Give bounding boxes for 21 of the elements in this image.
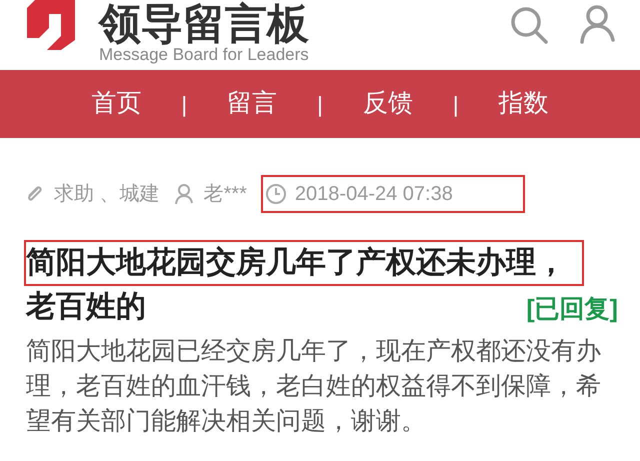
clock-icon (264, 183, 287, 205)
nav-separator: | (452, 90, 459, 119)
author-text: 老*** (204, 182, 247, 207)
user-icon[interactable] (579, 4, 615, 44)
nav-link[interactable]: 首页 (91, 85, 142, 123)
search-icon[interactable] (509, 5, 549, 45)
user-icon (174, 183, 194, 205)
nav-separator: | (181, 90, 188, 119)
post-body: 简阳大地花园已经交房几年了，现在产权都还没有办理，老百姓的血汗钱，老白姓的权益得不到保障，希望有关部门能解决相关问题，谢谢。 (26, 336, 602, 437)
nav-separator: | (317, 90, 323, 119)
logo-icon (25, 0, 77, 50)
reply-status: [已回复] (526, 294, 618, 324)
nav-link[interactable]: 反馈 (362, 85, 413, 123)
post-time: 2018-04-24 07:38 (294, 182, 453, 207)
category-text: 求助 、城建 (54, 182, 160, 207)
site-subtitle: Message Board for Leaders (99, 46, 309, 64)
nav-link[interactable]: 指数 (498, 85, 549, 123)
nav-link[interactable]: 留言 (227, 85, 278, 123)
post-title: 老百姓的 (26, 289, 146, 325)
site-title: 领导留言板 (99, 0, 309, 48)
post-title: 简阳大地花园交房几年了产权还未办理， (24, 240, 584, 286)
